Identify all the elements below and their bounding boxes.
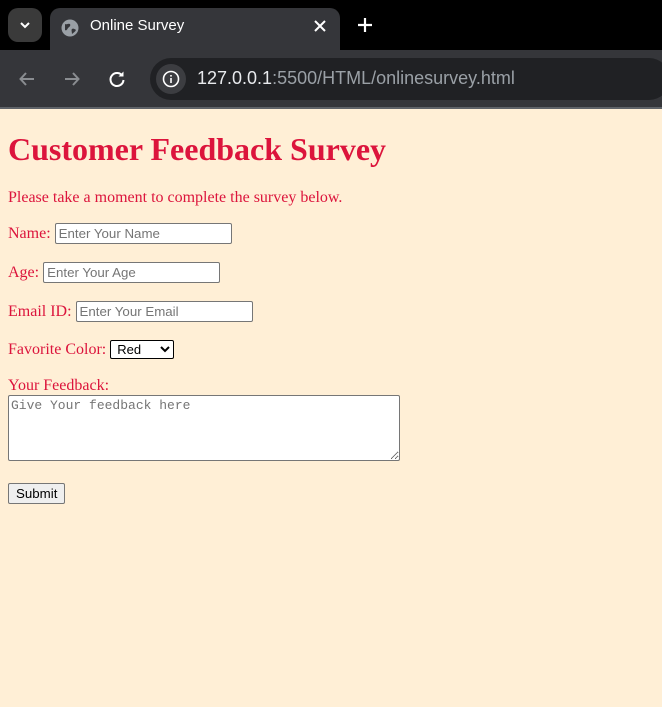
color-row: Favorite Color: Red: [8, 340, 175, 359]
toolbar-divider: [0, 107, 662, 109]
page-title: Customer Feedback Survey: [8, 131, 387, 167]
email-label: Email ID:: [8, 302, 72, 320]
arrow-left-icon: [19, 72, 34, 86]
color-select[interactable]: Red: [110, 340, 175, 359]
address-bar[interactable]: 127.0.0.1:5500/HTML/onlinesurvey.html: [150, 58, 662, 100]
site-info-button[interactable]: [156, 64, 186, 94]
age-input[interactable]: [43, 262, 221, 283]
globe-icon: [61, 19, 79, 37]
age-label: Age:: [8, 263, 40, 281]
close-icon: [314, 20, 326, 32]
feedback-textarea[interactable]: [8, 395, 400, 461]
browser-toolbar: 127.0.0.1:5500/HTML/onlinesurvey.html: [0, 50, 662, 107]
email-input[interactable]: [75, 301, 253, 322]
back-button[interactable]: [15, 67, 39, 91]
plus-icon: [358, 18, 372, 32]
forward-button[interactable]: [60, 67, 84, 91]
feedback-label: Your Feedback:: [8, 377, 110, 394]
url-host: 127.0.0.1: [197, 68, 273, 88]
arrow-right-icon: [65, 72, 80, 86]
chevron-down-icon: [20, 22, 30, 29]
info-icon: [162, 70, 180, 88]
name-label: Name:: [8, 224, 51, 242]
age-row: Age:: [8, 262, 221, 283]
name-row: Name:: [8, 223, 232, 244]
active-tab[interactable]: Online Survey: [50, 8, 340, 50]
reload-button[interactable]: [105, 67, 129, 91]
close-tab-button[interactable]: [310, 16, 330, 36]
tab-strip: Online Survey: [0, 0, 662, 50]
url-path: :5500/HTML/onlinesurvey.html: [272, 68, 515, 88]
intro-text: Please take a moment to complete the sur…: [8, 189, 343, 206]
color-label: Favorite Color:: [8, 340, 107, 358]
tab-search-button[interactable]: [8, 8, 42, 42]
tab-title: Online Survey: [90, 17, 185, 34]
name-input[interactable]: [54, 223, 232, 244]
reload-icon: [109, 71, 125, 87]
url-text: 127.0.0.1:5500/HTML/onlinesurvey.html: [197, 68, 515, 89]
email-row: Email ID:: [8, 301, 253, 322]
submit-button[interactable]: Submit: [8, 483, 66, 504]
new-tab-button[interactable]: [354, 14, 376, 36]
